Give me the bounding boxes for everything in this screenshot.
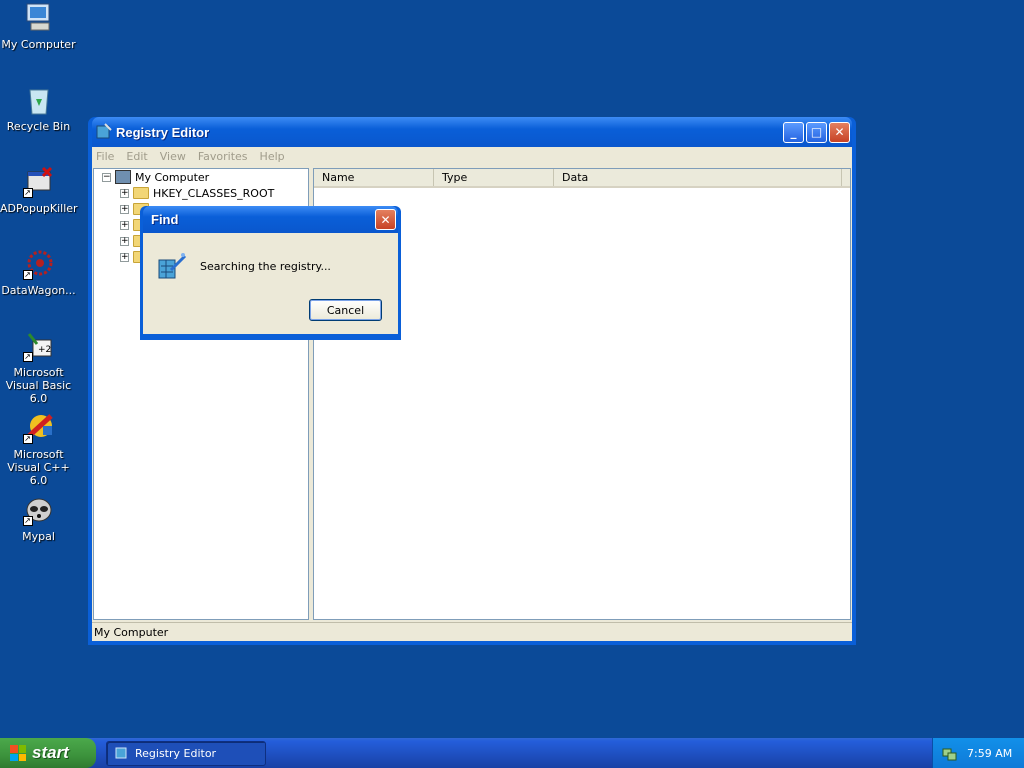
menu-view[interactable]: View: [160, 150, 186, 163]
mypal-icon: ↗: [22, 494, 55, 526]
window-titlebar[interactable]: Registry Editor _ □ ✕: [92, 117, 852, 147]
desktop-icon-datawagon[interactable]: ↗ DataWagon...: [0, 248, 77, 297]
expand-icon[interactable]: +: [120, 204, 129, 214]
registry-editor-window[interactable]: Registry Editor _ □ ✕ File Edit View Fav…: [88, 117, 856, 645]
desktop-icon-visual-cpp[interactable]: ↗ Microsoft Visual C++ 6.0: [0, 412, 77, 487]
close-icon: ✕: [834, 125, 845, 139]
dialog-titlebar[interactable]: Find ✕: [143, 206, 398, 233]
shortcut-arrow-icon: ↗: [22, 434, 33, 444]
expand-icon[interactable]: +: [120, 220, 129, 230]
minimize-button[interactable]: _: [783, 121, 804, 143]
windows-logo-icon: [10, 745, 26, 761]
desktop-icon-visual-basic[interactable]: +2 ↗ Microsoft Visual Basic 6.0: [0, 330, 77, 405]
minimize-icon: _: [790, 125, 797, 139]
my-computer-icon: [23, 2, 55, 34]
taskbar-button-registry-editor[interactable]: Registry Editor: [106, 740, 266, 766]
svg-text:+2: +2: [38, 345, 51, 355]
menu-file[interactable]: File: [96, 150, 114, 163]
expand-icon[interactable]: +: [120, 188, 129, 198]
expand-icon[interactable]: +: [120, 236, 129, 246]
visual-cpp-icon: ↗: [22, 412, 55, 444]
status-text: My Computer: [94, 625, 169, 639]
tree-item-label: My Computer: [135, 170, 210, 184]
desktop-icon-adpopupkiller[interactable]: ↗ ADPopupKiller: [0, 166, 78, 215]
close-button[interactable]: ✕: [829, 121, 850, 143]
cancel-button[interactable]: Cancel: [309, 299, 382, 321]
column-header-data[interactable]: Data: [554, 169, 842, 186]
maximize-button[interactable]: □: [806, 121, 827, 143]
taskbar: start Registry Editor 7:59 AM: [0, 738, 1024, 768]
visual-basic-icon: +2 ↗: [22, 330, 55, 362]
datawagon-icon: ↗: [22, 248, 55, 280]
desktop-icon-my-computer[interactable]: My Computer: [0, 2, 77, 51]
dialog-message: Searching the registry...: [200, 260, 331, 273]
tree-item-label: HKEY_CLASSES_ROOT: [153, 186, 275, 200]
menu-bar: File Edit View Favorites Help: [92, 147, 852, 166]
collapse-icon[interactable]: −: [102, 172, 111, 182]
registry-editor-icon: [115, 745, 129, 762]
shortcut-arrow-icon: ↗: [22, 270, 33, 280]
network-icon[interactable]: [941, 745, 957, 761]
system-tray: 7:59 AM: [932, 738, 1024, 768]
desktop-icon-mypal[interactable]: ↗ Mypal: [0, 494, 77, 543]
menu-help[interactable]: Help: [260, 150, 285, 163]
column-header-name[interactable]: Name: [314, 169, 434, 186]
shortcut-arrow-icon: ↗: [22, 352, 33, 362]
start-button[interactable]: start: [0, 738, 96, 768]
shortcut-arrow-icon: ↗: [22, 516, 33, 526]
column-header-type[interactable]: Type: [434, 169, 554, 186]
folder-icon: [133, 187, 149, 199]
tree-item-hkey-classes-root[interactable]: + HKEY_CLASSES_ROOT: [120, 185, 274, 201]
taskbar-button-label: Registry Editor: [135, 746, 217, 760]
registry-editor-icon: [96, 122, 112, 142]
clock[interactable]: 7:59 AM: [967, 747, 1012, 760]
menu-favorites[interactable]: Favorites: [198, 150, 248, 163]
search-registry-icon: [157, 250, 189, 282]
maximize-icon: □: [810, 125, 823, 139]
start-label: start: [32, 743, 69, 762]
expand-icon[interactable]: +: [120, 252, 129, 262]
window-title: Registry Editor: [116, 124, 210, 140]
shortcut-arrow-icon: ↗: [22, 188, 33, 198]
computer-icon: [115, 170, 131, 184]
list-header: Name Type Data: [314, 169, 850, 188]
find-dialog[interactable]: Find ✕ Searching the registry... Cancel: [140, 206, 401, 340]
tree-item-my-computer[interactable]: − My Computer: [102, 169, 209, 185]
adpopupkiller-icon: ↗: [22, 166, 55, 198]
recycle-bin-icon: [23, 84, 55, 116]
close-icon: ✕: [380, 212, 391, 227]
dialog-close-button[interactable]: ✕: [375, 209, 396, 230]
menu-edit[interactable]: Edit: [126, 150, 147, 163]
desktop-icon-recycle-bin[interactable]: Recycle Bin: [0, 84, 77, 133]
dialog-title: Find: [151, 212, 179, 227]
status-bar: My Computer: [92, 622, 852, 641]
